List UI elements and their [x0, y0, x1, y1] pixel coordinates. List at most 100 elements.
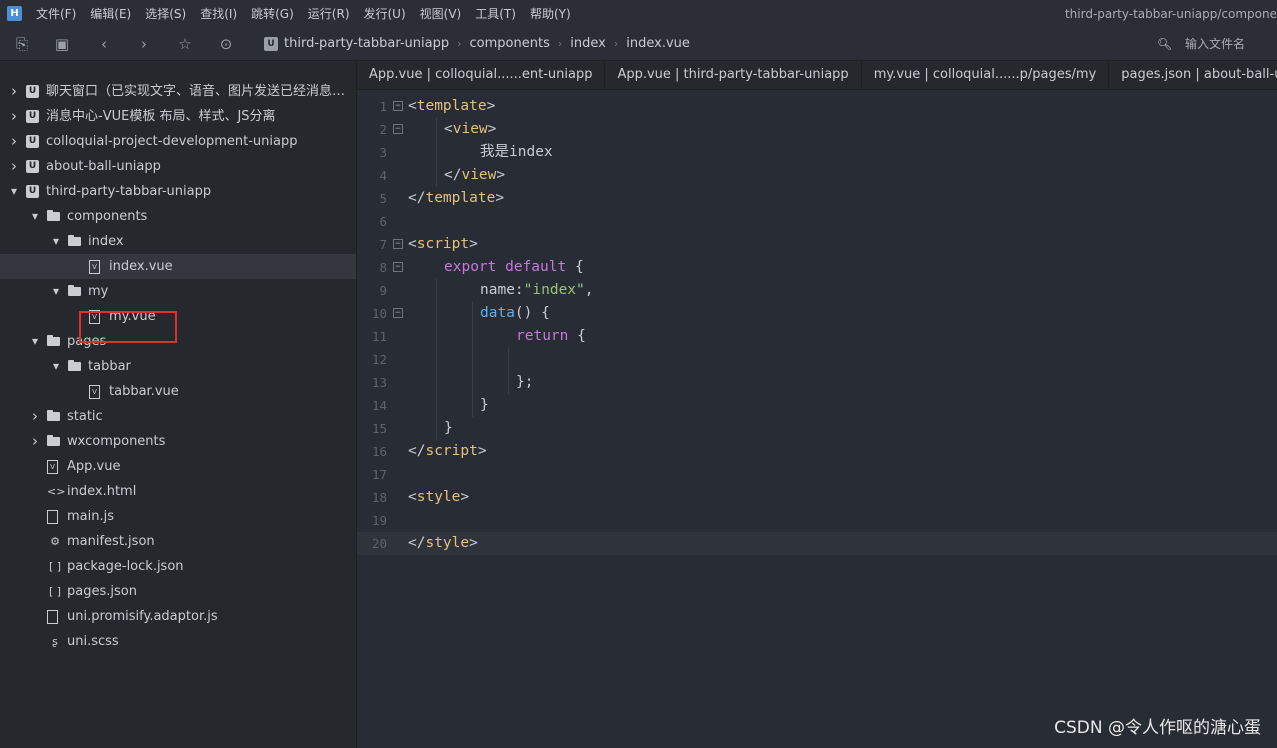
- fold-toggle-icon[interactable]: −: [393, 308, 403, 318]
- chevron-down-icon[interactable]: ▾: [50, 279, 62, 304]
- tree-item[interactable]: main.js: [0, 504, 356, 529]
- code-token: () {: [514, 305, 550, 321]
- breadcrumb-item[interactable]: third-party-tabbar-uniapp: [284, 28, 449, 60]
- code-token: <: [408, 236, 417, 252]
- save-icon[interactable]: ▣: [52, 34, 72, 54]
- fold-toggle-icon[interactable]: −: [393, 101, 403, 111]
- tree-item[interactable]: <> index.html: [0, 479, 356, 504]
- line-number: 5: [379, 191, 387, 206]
- line-number: 15: [371, 421, 387, 436]
- chevron-down-icon[interactable]: ▾: [29, 204, 41, 229]
- code-line: 17: [357, 463, 1277, 486]
- menu-item[interactable]: 文件(F): [36, 0, 76, 28]
- chevron-right-icon[interactable]: ›: [8, 79, 20, 104]
- code-text: };: [516, 371, 533, 394]
- folder-icon: [47, 335, 60, 346]
- chevron-down-icon[interactable]: ▾: [50, 229, 62, 254]
- line-number: 9: [379, 283, 387, 298]
- code-editor[interactable]: 1− <template> 2− <view> 3 我是index 4 </view> 5 </t…: [357, 90, 1277, 748]
- tree-item-label: index: [88, 234, 124, 249]
- tree-item[interactable]: ʂ uni.scss: [0, 629, 356, 654]
- menu-item[interactable]: 帮助(Y): [530, 0, 571, 28]
- breadcrumb-item[interactable]: components: [470, 28, 550, 60]
- tree-item[interactable]: ▾ index: [0, 229, 356, 254]
- tree-item[interactable]: › Ucolloquial-project-development-uniapp: [0, 129, 356, 154]
- editor-tab[interactable]: App.vue | third-party-tabbar-uniapp: [605, 61, 862, 89]
- tree-item-label: about-ball-uniapp: [46, 159, 161, 174]
- code-token: <: [408, 489, 417, 505]
- tree-item[interactable]: uni.promisify.adaptor.js: [0, 604, 356, 629]
- tree-item-label: components: [67, 209, 148, 224]
- tree-item[interactable]: › static: [0, 404, 356, 429]
- chevron-right-icon[interactable]: ›: [29, 404, 41, 429]
- breadcrumb-item[interactable]: index: [570, 28, 606, 60]
- tree-item[interactable]: ▾ tabbar: [0, 354, 356, 379]
- code-token: view: [461, 167, 497, 183]
- tree-item[interactable]: ⚙ manifest.json: [0, 529, 356, 554]
- fold-toggle-icon[interactable]: −: [393, 124, 403, 134]
- tree-item[interactable]: › U 消息中心-VUE模板 布局、样式、JS分离: [0, 104, 356, 129]
- code-line: 11 return {: [357, 325, 1277, 348]
- chevron-right-icon[interactable]: ›: [8, 104, 20, 129]
- code-line: 10− data() {: [357, 302, 1277, 325]
- code-token: }: [444, 420, 453, 436]
- code-text: <template>: [408, 95, 495, 118]
- editor-tab[interactable]: App.vue | colloquial......ent-uniapp: [357, 61, 606, 89]
- tree-item[interactable]: V App.vue: [0, 454, 356, 479]
- tree-item[interactable]: Vmy.vue: [0, 304, 356, 329]
- code-line: 16 </script>: [357, 440, 1277, 463]
- chevron-down-icon[interactable]: ▾: [8, 179, 20, 204]
- back-icon[interactable]: ‹: [94, 34, 114, 54]
- new-file-icon[interactable]: ⎘: [12, 34, 32, 54]
- code-text: 我是index: [480, 141, 553, 164]
- code-token: <: [408, 98, 417, 114]
- tree-item[interactable]: ▾ components: [0, 204, 356, 229]
- tree-item[interactable]: Vindex.vue: [0, 254, 356, 279]
- fold-toggle-icon[interactable]: −: [393, 262, 403, 272]
- menu-item[interactable]: 编辑(E): [90, 0, 131, 28]
- tree-item[interactable]: › U 聊天窗口（已实现文字、语音、图片发送已经消息撤回...: [0, 79, 356, 104]
- fold-toggle-icon[interactable]: −: [393, 239, 403, 249]
- line-number: 18: [371, 490, 387, 505]
- file-search-input[interactable]: 🔍︎ 输入文件名: [1157, 28, 1277, 60]
- chevron-right-icon[interactable]: ›: [8, 129, 20, 154]
- line-number: 20: [371, 536, 387, 551]
- menu-item[interactable]: 工具(T): [475, 0, 516, 28]
- code-token: >: [487, 121, 497, 137]
- tree-item[interactable]: ▾ my: [0, 279, 356, 304]
- chevron-down-icon[interactable]: ▾: [50, 354, 62, 379]
- tree-item[interactable]: › Uabout-ball-uniapp: [0, 154, 356, 179]
- run-icon[interactable]: ⊙: [216, 34, 236, 54]
- tree-item[interactable]: › wxcomponents: [0, 429, 356, 454]
- tree-item[interactable]: ▾ Uthird-party-tabbar-uniapp: [0, 179, 356, 204]
- tree-item[interactable]: [ ] pages.json: [0, 579, 356, 604]
- menu-item[interactable]: 选择(S): [145, 0, 186, 28]
- menu-item[interactable]: 视图(V): [420, 0, 462, 28]
- code-token: ,: [584, 282, 594, 298]
- tree-item-label: wxcomponents: [67, 434, 166, 449]
- tree-item-label: uni.promisify.adaptor.js: [67, 609, 218, 624]
- menu-item[interactable]: 查找(I): [200, 0, 237, 28]
- menu-item[interactable]: 跳转(G): [251, 0, 294, 28]
- tree-item[interactable]: ▾ pages: [0, 329, 356, 354]
- editor-tab[interactable]: my.vue | colloquial......p/pages/my: [862, 61, 1110, 89]
- code-line: 13};: [357, 371, 1277, 394]
- menu-item[interactable]: 运行(R): [308, 0, 350, 28]
- editor-tab[interactable]: pages.json | about-ball-un: [1109, 61, 1277, 89]
- code-token: "index": [523, 282, 585, 298]
- code-token: };: [516, 374, 534, 390]
- tree-item[interactable]: Vtabbar.vue: [0, 379, 356, 404]
- tree-item[interactable]: [ ] package-lock.json: [0, 554, 356, 579]
- breadcrumb-item[interactable]: index.vue: [626, 28, 690, 60]
- editor-tabs: App.vue | colloquial......ent-uniapp App.…: [357, 61, 1277, 90]
- star-icon[interactable]: ☆: [175, 34, 195, 54]
- menu-item[interactable]: 发行(U): [364, 0, 406, 28]
- chevron-down-icon[interactable]: ▾: [29, 329, 41, 354]
- chevron-right-icon[interactable]: ›: [8, 154, 20, 179]
- vue-file-icon: V: [89, 310, 100, 324]
- forward-icon[interactable]: ›: [134, 34, 154, 54]
- chevron-right-icon[interactable]: ›: [29, 429, 41, 454]
- code-text: </template>: [408, 187, 504, 210]
- code-line: 18 <style>: [357, 486, 1277, 509]
- folder-icon: [47, 410, 60, 421]
